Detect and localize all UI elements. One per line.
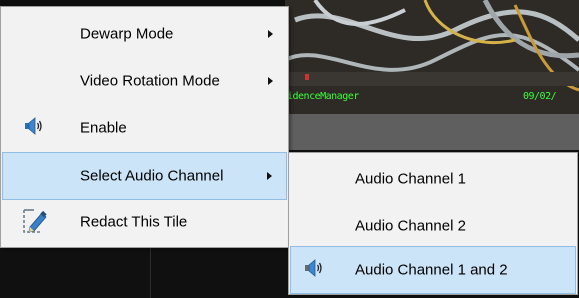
- menu-item-enable[interactable]: Enable: [2, 105, 287, 151]
- video-overlay-label: idenceManager: [287, 91, 359, 102]
- submenu-item-audio-channel-2[interactable]: Audio Channel 2: [290, 203, 576, 249]
- speaker-icon: [24, 117, 44, 139]
- submenu-arrow-icon: [267, 172, 272, 180]
- video-tile-background: idenceManager 09/02/: [285, 0, 579, 114]
- video-overlay-date: 09/02/: [523, 91, 557, 102]
- menu-item-label: Dewarp Mode: [80, 25, 174, 43]
- menu-item-label: Video Rotation Mode: [80, 72, 220, 90]
- menu-item-label: Enable: [80, 119, 127, 137]
- submenu-item-audio-channel-1-and-2[interactable]: Audio Channel 1 and 2: [290, 246, 576, 294]
- tile-divider: [150, 246, 151, 298]
- redact-pencil-icon: [22, 206, 48, 238]
- submenu-item-label: Audio Channel 1: [355, 170, 466, 188]
- menu-item-video-rotation-mode[interactable]: Video Rotation Mode: [2, 58, 287, 104]
- context-menu: Dewarp Mode Video Rotation Mode Enable S…: [0, 6, 289, 248]
- submenu-item-audio-channel-1[interactable]: Audio Channel 1: [290, 156, 576, 202]
- menu-item-dewarp-mode[interactable]: Dewarp Mode: [2, 11, 287, 57]
- submenu-item-label: Audio Channel 2: [355, 217, 466, 235]
- menu-item-redact-this-tile[interactable]: Redact This Tile: [2, 199, 287, 245]
- menu-item-label: Redact This Tile: [80, 213, 188, 231]
- submenu-arrow-icon: [268, 77, 273, 85]
- menu-item-select-audio-channel[interactable]: Select Audio Channel: [2, 152, 287, 200]
- submenu-item-label: Audio Channel 1 and 2: [355, 261, 508, 279]
- speaker-icon: [304, 258, 326, 282]
- video-tile-footer: [285, 114, 579, 150]
- audio-channel-submenu: Audio Channel 1 Audio Channel 2 Audio Ch…: [288, 152, 578, 295]
- submenu-arrow-icon: [268, 30, 273, 38]
- menu-item-label: Select Audio Channel: [80, 167, 224, 185]
